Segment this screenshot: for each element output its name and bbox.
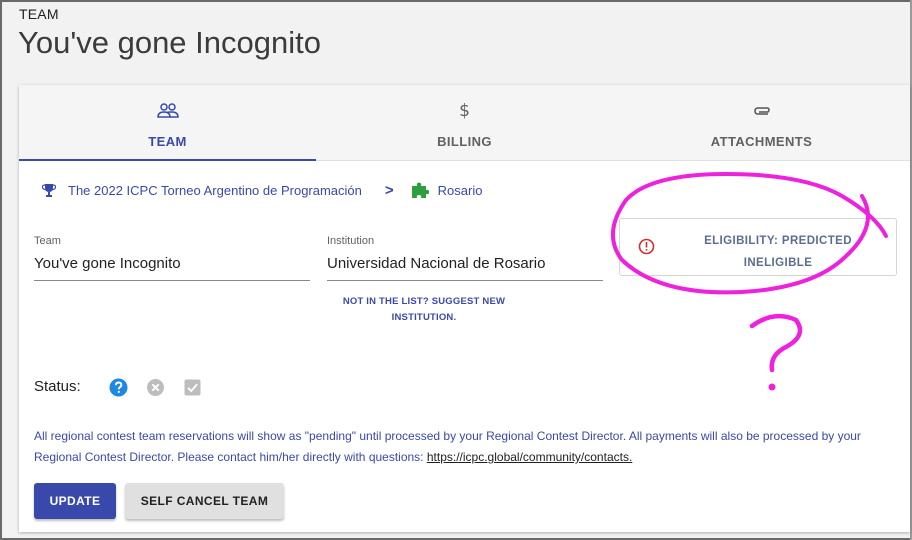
status-label: Status: <box>34 378 81 395</box>
team-name-input[interactable]: You've gone Incognito <box>34 255 310 281</box>
tab-billing[interactable]: $ BILLING <box>316 85 613 161</box>
tab-bar: TEAM $ BILLING ATTACHMENTS <box>19 85 910 161</box>
help-circle-icon[interactable] <box>109 378 128 397</box>
trophy-icon <box>42 183 56 197</box>
team-card: TEAM $ BILLING ATTACHMENTS The 2022 ICPC… <box>19 85 910 532</box>
breadcrumb-separator: > <box>384 181 394 199</box>
paperclip-icon <box>613 101 910 121</box>
eligibility-text: ELIGIBILITY: PREDICTED INELIGIBLE <box>668 230 888 274</box>
dollar-glyph: $ <box>459 101 470 121</box>
page-title: You've gone Incognito <box>18 25 321 60</box>
team-icon <box>19 101 316 121</box>
tab-billing-label: BILLING <box>437 134 492 149</box>
suggest-institution-link[interactable]: NOT IN THE LIST? SUGGEST NEW INSTITUTION… <box>324 294 524 326</box>
tab-team-label: TEAM <box>148 134 187 149</box>
tab-attachments[interactable]: ATTACHMENTS <box>613 85 910 161</box>
dollar-icon: $ <box>316 101 613 121</box>
tab-team[interactable]: TEAM <box>19 85 316 161</box>
institution-select[interactable]: Universidad Nacional de Rosario <box>327 255 603 281</box>
alert-circle-icon <box>638 238 655 260</box>
update-button[interactable]: UPDATE <box>34 483 116 519</box>
page-section-label: TEAM <box>19 6 59 22</box>
eligibility-status: ELIGIBILITY: PREDICTED INELIGIBLE <box>619 218 897 276</box>
breadcrumb: The 2022 ICPC Torneo Argentino de Progra… <box>42 180 482 200</box>
puzzle-icon <box>410 181 430 199</box>
contacts-link[interactable]: https://icpc.global/community/contacts. <box>427 450 632 464</box>
team-name-label: Team <box>34 235 61 247</box>
reservation-notice: All regional contest team reservations w… <box>34 426 894 468</box>
checkbox-icon[interactable] <box>183 378 202 397</box>
breadcrumb-contest[interactable]: The 2022 ICPC Torneo Argentino de Progra… <box>68 183 362 198</box>
suggest-line-2: INSTITUTION. <box>391 312 457 323</box>
eligibility-line-1: ELIGIBILITY: PREDICTED <box>704 235 852 247</box>
cancel-circle-icon[interactable] <box>146 378 165 397</box>
institution-label: Institution <box>327 235 375 247</box>
institution-field[interactable]: Institution Universidad Nacional de Rosa… <box>327 235 603 281</box>
eligibility-line-2: INELIGIBLE <box>743 257 813 269</box>
team-name-field[interactable]: Team You've gone Incognito <box>34 235 310 281</box>
tab-attachments-label: ATTACHMENTS <box>710 134 813 149</box>
breadcrumb-site[interactable]: Rosario <box>438 183 483 198</box>
suggest-line-1: NOT IN THE LIST? SUGGEST NEW <box>342 296 506 307</box>
self-cancel-team-button[interactable]: SELF CANCEL TEAM <box>125 483 284 519</box>
